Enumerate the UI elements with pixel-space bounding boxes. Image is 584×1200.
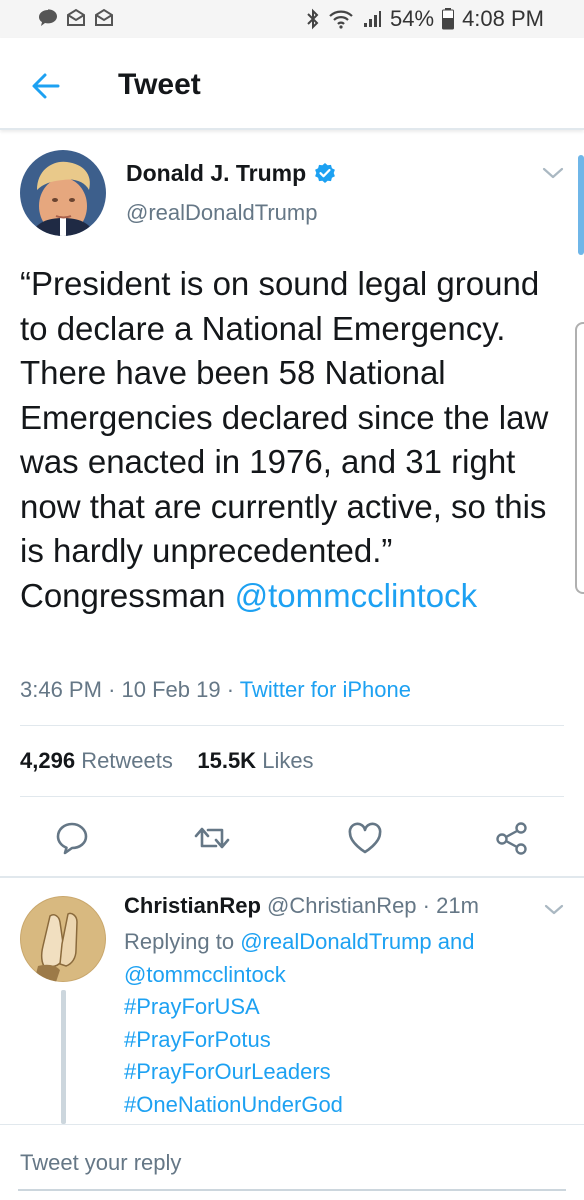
hashtag-link[interactable]: #PrayForUSA — [124, 991, 564, 1024]
like-label: Likes — [262, 748, 314, 773]
retweet-label: Retweets — [81, 748, 173, 773]
page-title: Tweet — [118, 68, 201, 101]
notification-icons — [38, 8, 114, 28]
scrollbar-thumb[interactable] — [578, 155, 584, 255]
author-name[interactable]: Donald J. Trump — [126, 160, 306, 187]
replying-to: Replying to @realDonaldTrump and — [124, 926, 564, 959]
hashtag-link[interactable]: #PrayForOurLeaders — [124, 1056, 564, 1089]
mail-icon — [95, 8, 113, 26]
wifi-icon — [329, 10, 353, 29]
system-indicators: 54% 4:08 PM — [306, 6, 544, 32]
author-handle[interactable]: @realDonaldTrump — [126, 200, 317, 226]
mention-link[interactable]: @tommcclintock — [235, 577, 478, 614]
meta-separator: · — [226, 677, 240, 702]
mail-icon — [67, 8, 85, 26]
tweet-source-link[interactable]: Twitter for iPhone — [240, 677, 411, 702]
likes-stat[interactable]: 15.5K Likes — [197, 748, 313, 773]
section-separator — [0, 876, 584, 878]
share-icon[interactable] — [492, 818, 532, 858]
clock: 4:08 PM — [462, 6, 544, 31]
message-icon — [39, 9, 57, 26]
tweet-time: 3:46 PM — [20, 677, 102, 702]
thread-line — [61, 990, 66, 1124]
divider — [20, 796, 564, 797]
tweet-date: 10 Feb 19 — [121, 677, 221, 702]
divider — [20, 725, 564, 726]
edge-panel-handle[interactable] — [575, 322, 584, 594]
replying-prefix: Replying to — [124, 929, 241, 954]
divider — [0, 1124, 584, 1125]
tweet-meta: 3:46 PM · 10 Feb 19 · Twitter for iPhone — [20, 677, 411, 703]
reply-body: Replying to @realDonaldTrump and @tommcc… — [124, 926, 564, 1121]
chevron-down-icon[interactable] — [544, 904, 564, 916]
chevron-down-icon[interactable] — [542, 166, 564, 180]
battery-percent: 54% — [390, 6, 435, 31]
avatar[interactable] — [20, 896, 106, 982]
tweet-stats: 4,296 Retweets 15.5K Likes — [20, 748, 314, 774]
tweet-body: “President is on sound legal ground to d… — [20, 265, 549, 614]
verified-badge-icon — [315, 163, 335, 183]
reply-age: 21m — [436, 893, 479, 918]
reply-author-name[interactable]: ChristianRep — [124, 893, 261, 918]
battery-icon — [442, 8, 455, 30]
like-icon[interactable] — [345, 818, 385, 858]
bluetooth-icon — [307, 8, 319, 30]
retweet-icon[interactable] — [192, 818, 232, 858]
status-bar: 54% 4:08 PM — [0, 0, 584, 38]
replying-to-link[interactable]: @tommcclintock — [124, 959, 564, 992]
reply-header: ChristianRep @ChristianRep · 21m — [124, 893, 479, 919]
replying-to-link[interactable]: @realDonaldTrump — [240, 929, 431, 954]
replying-and: and — [431, 929, 475, 954]
reply-input-underline — [18, 1189, 566, 1191]
retweet-count: 4,296 — [20, 748, 76, 773]
meta-separator: · — [422, 893, 430, 918]
signal-icon — [364, 11, 382, 27]
retweets-stat[interactable]: 4,296 Retweets — [20, 748, 173, 773]
hashtag-link[interactable]: #PrayForPotus — [124, 1024, 564, 1057]
meta-separator: · — [108, 677, 122, 702]
hashtag-link[interactable]: #OneNationUnderGod — [124, 1089, 564, 1122]
app-header: Tweet — [0, 38, 584, 130]
reply-input[interactable]: Tweet your reply — [20, 1150, 181, 1176]
like-count: 15.5K — [197, 748, 257, 773]
arrow-left-icon[interactable] — [28, 68, 64, 104]
avatar[interactable] — [20, 150, 106, 236]
tweet-text: “President is on sound legal ground to d… — [20, 262, 560, 618]
reply-handle[interactable]: @ChristianRep — [267, 893, 417, 918]
reply-icon[interactable] — [52, 818, 92, 858]
